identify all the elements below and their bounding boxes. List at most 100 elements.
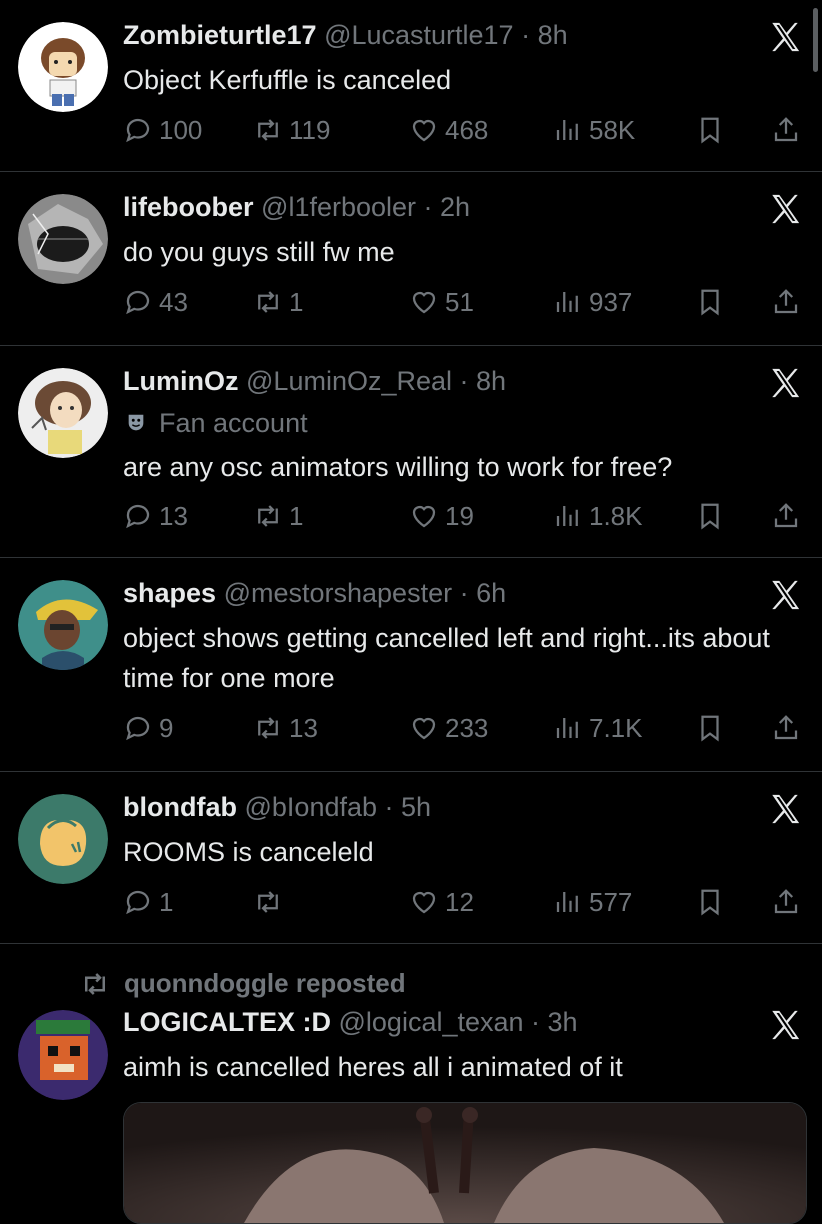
reply-count: 100: [159, 114, 203, 145]
user-handle[interactable]: @logical_texan: [339, 1007, 524, 1037]
bookmark-icon: [701, 715, 719, 742]
view-count: 1.8K: [589, 500, 643, 531]
avatar[interactable]: [18, 1010, 108, 1100]
bookmark-button[interactable]: [695, 498, 725, 534]
display-name[interactable]: lifeboober: [123, 192, 254, 222]
timestamp[interactable]: · 8h: [460, 366, 507, 396]
display-name[interactable]: LuminOz: [123, 366, 239, 396]
repost-arrows-icon: [258, 119, 278, 141]
display-name[interactable]: shapes: [123, 578, 216, 608]
views-button[interactable]: 937: [553, 284, 632, 320]
share-icon: [774, 117, 798, 142]
views-button[interactable]: 577: [553, 884, 632, 920]
x-logo-icon[interactable]: [768, 792, 802, 826]
reply-count: 1: [159, 886, 174, 917]
heart-icon: [412, 291, 436, 314]
user-handle[interactable]: @mestorshapester: [224, 578, 453, 608]
bar-chart-icon: [556, 506, 578, 526]
theater-mask-icon: [128, 414, 144, 431]
speech-bubble-icon: [126, 890, 150, 915]
like-button[interactable]: 468: [409, 112, 488, 148]
x-logo-icon[interactable]: [768, 20, 802, 54]
action-bar: 1 12 577: [123, 884, 803, 920]
heart-icon: [412, 505, 436, 528]
user-handle[interactable]: @bIondfab: [245, 792, 378, 822]
reply-count: 9: [159, 712, 174, 743]
timestamp[interactable]: · 8h: [521, 20, 568, 50]
avatar[interactable]: [18, 794, 108, 884]
x-logo-icon[interactable]: [768, 1008, 802, 1042]
repost-button[interactable]: 119: [253, 112, 330, 148]
action-bar: 43 1 51 937: [123, 284, 803, 320]
display-name[interactable]: LOGICALTEX :D: [123, 1007, 331, 1037]
timestamp[interactable]: · 2h: [424, 192, 471, 222]
avatar[interactable]: [18, 580, 108, 670]
bookmark-button[interactable]: [695, 884, 725, 920]
share-icon: [774, 503, 798, 528]
repost-button[interactable]: [253, 884, 289, 920]
reply-button[interactable]: 9: [123, 710, 173, 746]
avatar[interactable]: [18, 368, 108, 458]
share-button[interactable]: [771, 498, 801, 534]
reply-count: 43: [159, 286, 188, 317]
user-handle[interactable]: @LuminOz_Real: [246, 366, 452, 396]
views-button[interactable]: 1.8K: [553, 498, 643, 534]
repost-count: 119: [289, 114, 331, 145]
tweet-text: object shows getting cancelled left and …: [123, 623, 770, 693]
reply-button[interactable]: 100: [123, 112, 202, 148]
reply-button[interactable]: 43: [123, 284, 188, 320]
bookmark-button[interactable]: [695, 112, 725, 148]
heart-icon: [412, 119, 436, 142]
like-button[interactable]: 233: [409, 710, 488, 746]
share-button[interactable]: [771, 284, 801, 320]
repost-button[interactable]: 1: [253, 284, 303, 320]
x-logo-icon[interactable]: [768, 366, 802, 400]
avatar[interactable]: [18, 194, 108, 284]
repost-count: 1: [289, 286, 304, 317]
bookmark-icon: [701, 117, 719, 144]
heart-icon: [412, 717, 436, 740]
views-button[interactable]: 7.1K: [553, 710, 643, 746]
like-button[interactable]: 19: [409, 498, 474, 534]
reply-button[interactable]: 13: [123, 498, 188, 534]
timestamp[interactable]: · 6h: [460, 578, 507, 608]
tweet-text: ROOMS is canceleld: [123, 837, 374, 867]
tweet-card[interactable]: blondfab @bIondfab · 5h ROOMS is cancele…: [0, 772, 822, 944]
repost-arrows-icon: [258, 717, 278, 739]
speech-bubble-icon: [126, 504, 150, 529]
like-button[interactable]: 12: [409, 884, 474, 920]
display-name[interactable]: Zombieturtle17: [123, 20, 317, 50]
tweet-header: shapes @mestorshapester · 6h: [123, 578, 506, 609]
repost-button[interactable]: 1: [253, 498, 303, 534]
share-icon: [774, 889, 798, 914]
timestamp[interactable]: · 3h: [531, 1007, 578, 1037]
user-handle[interactable]: @Lucasturtle17: [324, 20, 514, 50]
share-button[interactable]: [771, 710, 801, 746]
media-attachment[interactable]: [123, 1102, 807, 1224]
tweet-card[interactable]: shapes @mestorshapester · 6h object show…: [0, 558, 822, 772]
tweet-card[interactable]: Zombieturtle17 @Lucasturtle17 · 8h Objec…: [0, 0, 822, 172]
bookmark-button[interactable]: [695, 284, 725, 320]
scrollbar[interactable]: [813, 8, 818, 72]
repost-button[interactable]: 13: [253, 710, 318, 746]
timestamp[interactable]: · 5h: [385, 792, 432, 822]
repost-context[interactable]: quonndoggle reposted: [80, 968, 406, 999]
tweet-card[interactable]: lifeboober @l1ferbooler · 2h do you guys…: [0, 172, 822, 346]
display-name[interactable]: blondfab: [123, 792, 237, 822]
views-button[interactable]: 58K: [553, 112, 635, 148]
like-count: 51: [445, 286, 474, 317]
avatar[interactable]: [18, 22, 108, 112]
bookmark-icon: [701, 503, 719, 530]
tweet-header: Zombieturtle17 @Lucasturtle17 · 8h: [123, 20, 568, 51]
tweet-card[interactable]: LuminOz @LuminOz_Real · 8h Fan account a…: [0, 346, 822, 558]
repost-arrows-icon: [85, 972, 105, 995]
like-button[interactable]: 51: [409, 284, 474, 320]
share-button[interactable]: [771, 112, 801, 148]
bookmark-button[interactable]: [695, 710, 725, 746]
share-button[interactable]: [771, 884, 801, 920]
x-logo-icon[interactable]: [768, 578, 802, 612]
x-logo-icon[interactable]: [768, 192, 802, 226]
reply-button[interactable]: 1: [123, 884, 173, 920]
user-handle[interactable]: @l1ferbooler: [261, 192, 416, 222]
action-bar: 9 13 233 7.1K: [123, 710, 803, 746]
